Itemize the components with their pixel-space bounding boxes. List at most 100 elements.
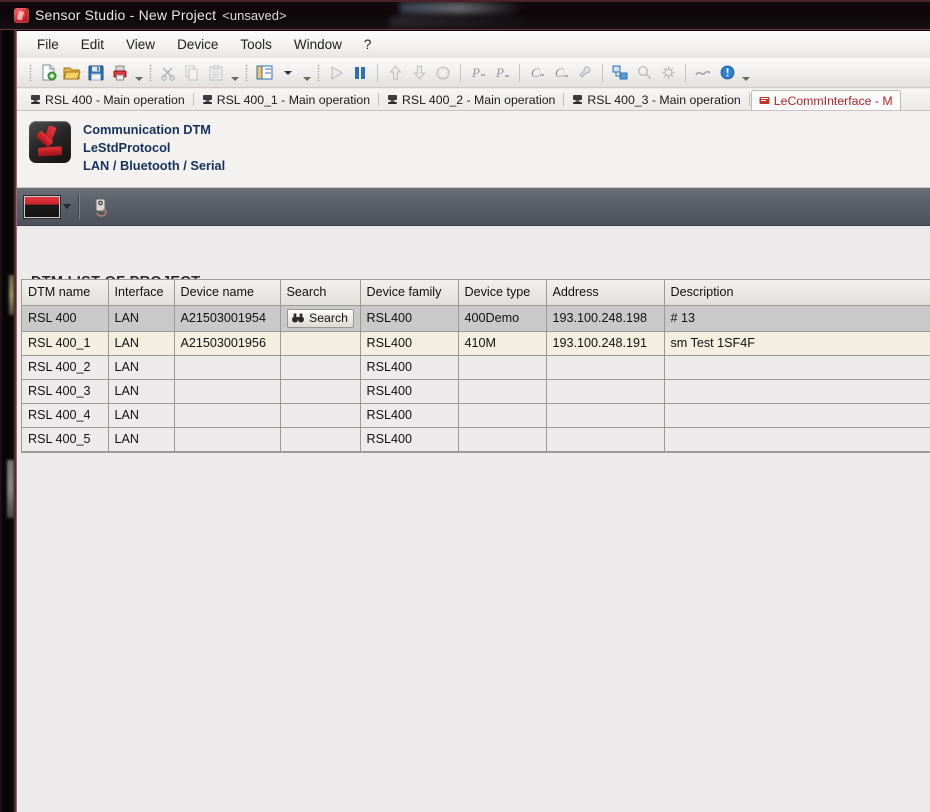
table-row[interactable]: RSL 400_5 LAN RSL400 [22, 427, 930, 452]
parameter-offline-icon[interactable]: P [491, 62, 513, 84]
parameter-online-icon[interactable]: P [467, 62, 489, 84]
device-icon [573, 95, 583, 104]
red-black-swatch[interactable] [23, 194, 61, 219]
menu-window[interactable]: Window [284, 34, 352, 56]
dtm-channels-label: LAN / Bluetooth / Serial [83, 158, 226, 173]
cell-address [546, 427, 665, 452]
cell-address [546, 403, 665, 428]
toolbar-grip-3[interactable] [245, 64, 248, 81]
network-scan-icon[interactable] [609, 62, 631, 84]
col-device-type[interactable]: Device type [458, 280, 547, 306]
save-icon[interactable] [85, 62, 107, 84]
toolbar-grip-4[interactable] [317, 64, 320, 81]
toolbar-grip-2[interactable] [149, 64, 152, 81]
toolbar-separator-4 [602, 63, 603, 82]
device-group-overflow-icon[interactable] [740, 63, 751, 83]
tab-rsl400-2[interactable]: RSL 400_2 - Main operation [380, 89, 562, 110]
swatch-dropdown-icon[interactable] [61, 195, 73, 219]
col-description[interactable]: Description [664, 280, 930, 306]
window-left-edge [0, 30, 16, 812]
open-folder-icon[interactable] [61, 62, 83, 84]
tab-lecomminterface[interactable]: LeCommInterface - M [750, 90, 901, 110]
pause-icon[interactable] [349, 62, 371, 84]
upload-icon[interactable] [384, 62, 406, 84]
tab-label: LeCommInterface - M [773, 93, 893, 108]
menu-device[interactable]: Device [167, 34, 228, 56]
layout-dropdown-icon[interactable] [277, 62, 299, 84]
new-document-icon[interactable] [37, 62, 59, 84]
cell-interface: LAN [108, 379, 175, 404]
col-device-name[interactable]: Device name [174, 280, 281, 306]
main-toolbar: P P C C [17, 58, 930, 88]
menu-edit[interactable]: Edit [71, 34, 114, 56]
table-row[interactable]: RSL 400_1 LAN A21503001956 RSL400 410M 1… [22, 331, 930, 356]
cell-interface: LAN [108, 331, 175, 356]
cell-device-type: 400Demo [458, 305, 547, 332]
cell-search [280, 427, 361, 452]
menu-tools[interactable]: Tools [230, 34, 282, 56]
tab-rsl400-1[interactable]: RSL 400_1 - Main operation [195, 89, 377, 110]
compare-icon[interactable]: C [526, 62, 548, 84]
toolbar-separator-5 [685, 63, 686, 82]
edit-group-overflow-icon[interactable] [229, 63, 240, 83]
layout-group-overflow-icon[interactable] [301, 63, 312, 83]
tab-divider-3 [563, 93, 565, 106]
col-address[interactable]: Address [546, 280, 665, 306]
device-icon [388, 95, 398, 104]
toolbar-grip[interactable] [29, 64, 32, 81]
comm-icon [759, 97, 770, 104]
connect-icon[interactable] [692, 62, 714, 84]
paste-icon[interactable] [205, 62, 227, 84]
info-icon[interactable] [716, 62, 738, 84]
search-zoom-icon[interactable] [633, 62, 655, 84]
search-button[interactable]: Search [286, 308, 354, 328]
window-titlebar: Sensor Studio - New Project <unsaved> [0, 0, 930, 30]
menu-view[interactable]: View [116, 34, 165, 56]
tab-rsl400-3[interactable]: RSL 400_3 - Main operation [565, 89, 747, 110]
compare-offline-icon[interactable]: C [550, 62, 572, 84]
cell-dtm-name: RSL 400_2 [22, 355, 109, 380]
table-row[interactable]: RSL 400_2 LAN RSL400 [22, 355, 930, 380]
document-tabstrip: RSL 400 - Main operation RSL 400_1 - Mai… [17, 89, 930, 111]
cell-dtm-name: RSL 400_5 [22, 427, 109, 452]
menu-bar: File Edit View Device Tools Window ? [17, 31, 930, 58]
plug-connector-icon[interactable] [88, 195, 114, 219]
cell-search [280, 403, 361, 428]
binoculars-icon [292, 313, 305, 323]
stop-icon[interactable] [432, 62, 454, 84]
wrench-icon[interactable] [574, 62, 596, 84]
tab-divider-4 [748, 93, 750, 106]
cell-description [664, 355, 930, 380]
titlebar-artifact-2 [390, 16, 530, 27]
cell-search [280, 331, 361, 356]
cell-device-name [174, 427, 281, 452]
run-icon[interactable] [325, 62, 347, 84]
col-search[interactable]: Search [280, 280, 361, 306]
download-icon[interactable] [408, 62, 430, 84]
toolbar-group-file [37, 62, 144, 84]
file-group-overflow-icon[interactable] [133, 63, 144, 83]
table-row[interactable]: RSL 400_4 LAN RSL400 [22, 403, 930, 428]
cell-device-family: RSL400 [360, 403, 459, 428]
table-row[interactable]: RSL 400 LAN A21503001954 Search RSL400 4… [22, 305, 930, 332]
tab-divider-2 [378, 93, 380, 106]
col-dtm-name[interactable]: DTM name [22, 280, 109, 306]
window-layout-icon[interactable] [253, 62, 275, 84]
menu-help[interactable]: ? [354, 34, 382, 56]
print-icon[interactable] [109, 62, 131, 84]
toolbar-group-edit [157, 62, 240, 84]
cell-search [280, 355, 361, 380]
search-button-label: Search [309, 311, 348, 325]
menu-file[interactable]: File [27, 34, 69, 56]
svg-text:P: P [495, 65, 504, 80]
col-interface[interactable]: Interface [108, 280, 175, 306]
cut-icon[interactable] [157, 62, 179, 84]
table-row[interactable]: RSL 400_3 LAN RSL400 [22, 379, 930, 404]
tab-rsl400[interactable]: RSL 400 - Main operation [23, 89, 192, 110]
settings-gear-icon[interactable] [657, 62, 679, 84]
col-device-family[interactable]: Device family [360, 280, 459, 306]
window-title: Sensor Studio - New Project [35, 7, 217, 23]
tab-label: RSL 400 - Main operation [45, 92, 185, 107]
cell-device-family: RSL400 [360, 331, 459, 356]
copy-icon[interactable] [181, 62, 203, 84]
